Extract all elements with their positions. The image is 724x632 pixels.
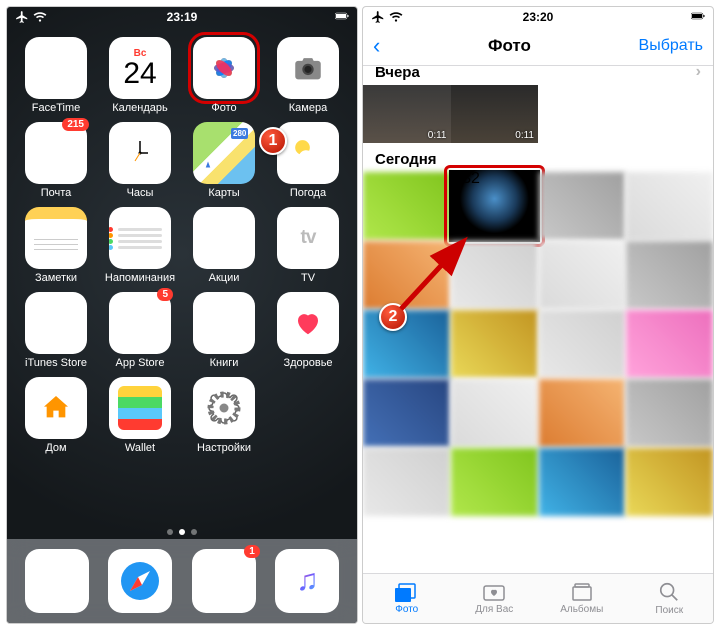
- status-time: 23:20: [523, 10, 554, 24]
- photos-highlight: [188, 32, 260, 104]
- thumb[interactable]: [626, 310, 713, 378]
- dock-phone[interactable]: [25, 549, 89, 613]
- arrow-annotation: [391, 229, 481, 319]
- search-tab-icon: [658, 581, 680, 603]
- app-clock[interactable]: Часы: [101, 122, 179, 199]
- app-notes[interactable]: Заметки: [17, 207, 95, 284]
- airplane-icon: [371, 10, 385, 24]
- thumb[interactable]: [539, 241, 626, 309]
- thumb[interactable]: [626, 379, 713, 447]
- app-wallet[interactable]: Wallet: [101, 377, 179, 454]
- app-settings[interactable]: Настройки: [185, 377, 263, 454]
- app-maps[interactable]: 280Карты: [185, 122, 263, 199]
- thumb[interactable]: [451, 379, 538, 447]
- home-screen: 23:19 FaceTime Вс24Календарь: [6, 6, 358, 624]
- app-facetime[interactable]: FaceTime: [17, 37, 95, 114]
- wifi-icon: [389, 10, 403, 24]
- battery-icon: [691, 9, 705, 26]
- nav-title: Фото: [488, 36, 531, 56]
- thumb[interactable]: [626, 172, 713, 240]
- thumb[interactable]: [539, 379, 626, 447]
- albums-tab-icon: [570, 582, 594, 602]
- thumb[interactable]: [451, 448, 538, 516]
- app-calendar[interactable]: Вс24Календарь: [101, 37, 179, 114]
- app-mail[interactable]: 215Почта: [17, 122, 95, 199]
- tab-foryou[interactable]: Для Вас: [451, 574, 539, 623]
- tab-bar: Фото Для Вас Альбомы Поиск: [363, 573, 713, 623]
- thumb[interactable]: [539, 172, 626, 240]
- thumb-yesterday-1[interactable]: 0:11: [363, 85, 451, 143]
- app-camera[interactable]: Камера: [269, 37, 347, 114]
- thumb[interactable]: [626, 241, 713, 309]
- thumb[interactable]: [539, 448, 626, 516]
- photos-app: 23:20 ‹ Фото Выбрать Вчера › 0:11 0:11 С…: [362, 6, 714, 624]
- dock-music[interactable]: ♫: [275, 549, 339, 613]
- battery-icon: [335, 9, 349, 26]
- dock: 1 ♫: [7, 539, 357, 623]
- callout-1: 1: [259, 127, 287, 155]
- app-tv[interactable]: tvTV: [269, 207, 347, 284]
- page-dots[interactable]: [167, 529, 197, 535]
- thumb[interactable]: [539, 310, 626, 378]
- status-time: 23:19: [167, 10, 198, 24]
- app-home[interactable]: Дом: [17, 377, 95, 454]
- thumb[interactable]: [363, 448, 450, 516]
- foryou-tab-icon: [482, 582, 506, 602]
- status-bar: 23:19: [7, 7, 357, 27]
- app-books[interactable]: Книги: [185, 292, 263, 369]
- dock-messages[interactable]: 1: [192, 549, 256, 613]
- thumb[interactable]: [451, 310, 538, 378]
- thumb[interactable]: [626, 448, 713, 516]
- app-stocks[interactable]: Акции: [185, 207, 263, 284]
- app-appstore[interactable]: 5App Store: [101, 292, 179, 369]
- tab-albums[interactable]: Альбомы: [538, 574, 626, 623]
- photos-icon: [193, 37, 255, 99]
- airplane-icon: [15, 10, 29, 24]
- thumb-yesterday-2[interactable]: 0:11: [451, 85, 539, 143]
- tab-photos[interactable]: Фото: [363, 574, 451, 623]
- photos-tab-icon: [395, 582, 419, 602]
- app-health[interactable]: Здоровье: [269, 292, 347, 369]
- dock-safari[interactable]: [108, 549, 172, 613]
- wifi-icon: [33, 10, 47, 24]
- tab-search[interactable]: Поиск: [626, 574, 714, 623]
- section-yesterday[interactable]: Вчера ›: [363, 55, 713, 85]
- app-reminders[interactable]: Напоминания: [101, 207, 179, 284]
- app-itunes[interactable]: ★iTunes Store: [17, 292, 95, 369]
- chevron-right-icon: ›: [696, 63, 701, 81]
- app-photos[interactable]: Фото: [185, 37, 263, 114]
- thumb[interactable]: [363, 379, 450, 447]
- select-button[interactable]: Выбрать: [639, 37, 703, 55]
- status-bar: 23:20: [363, 7, 713, 27]
